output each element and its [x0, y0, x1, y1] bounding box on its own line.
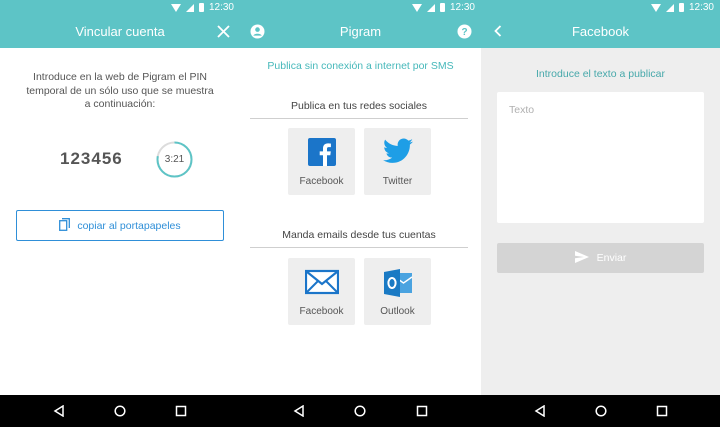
pin-code: 123456: [60, 149, 123, 168]
home-nav-icon[interactable]: [594, 404, 608, 418]
battery-icon: [678, 3, 684, 12]
copy-button-label: copiar al portapapeles: [77, 219, 181, 232]
page-title: Vincular cuenta: [75, 24, 165, 39]
status-time: 12:30: [208, 2, 234, 13]
nav-bar: [481, 395, 720, 427]
wifi-icon: [170, 3, 181, 12]
twitter-tile[interactable]: Twitter: [364, 128, 431, 195]
twitter-icon: [382, 138, 413, 169]
tile-label: Twitter: [382, 176, 413, 187]
recents-nav-icon[interactable]: [174, 404, 188, 418]
home-nav-icon[interactable]: [113, 404, 127, 418]
signal-icon: [426, 3, 435, 12]
back-arrow-icon[interactable]: [490, 23, 506, 39]
battery-icon: [198, 3, 204, 12]
tile-label: Facebook: [299, 176, 344, 187]
svg-text:?: ?: [461, 27, 467, 38]
countdown-timer: 3:21: [155, 140, 194, 179]
timer-label: 3:21: [164, 154, 185, 165]
help-icon[interactable]: ?: [456, 23, 472, 39]
wifi-icon: [411, 3, 422, 12]
status-time: 12:30: [449, 2, 475, 13]
post-prompt: Introduce el texto a publicar: [536, 68, 665, 80]
post-text-input[interactable]: [497, 92, 704, 223]
back-nav-icon[interactable]: [292, 404, 306, 418]
home-nav-icon[interactable]: [353, 404, 367, 418]
pin-instructions: Introduce en la web de Pigram el PIN tem…: [26, 71, 214, 110]
app-bar: Pigram ?: [240, 15, 481, 48]
close-icon[interactable]: [215, 23, 231, 39]
copy-to-clipboard-button[interactable]: copiar al portapapeles: [16, 210, 224, 241]
tile-label: Outlook: [380, 306, 415, 317]
mail-icon: [304, 268, 339, 301]
recents-nav-icon[interactable]: [655, 404, 669, 418]
email-facebook-tile[interactable]: Facebook: [288, 258, 355, 325]
status-bar: 12:30: [0, 0, 240, 15]
outlook-icon: [383, 268, 413, 303]
nav-bar: [0, 395, 240, 427]
email-section-title: Manda emails desde tus cuentas: [250, 229, 468, 248]
signal-icon: [665, 3, 674, 12]
wifi-icon: [650, 3, 661, 12]
app-bar: Vincular cuenta: [0, 15, 240, 48]
status-bar: 12:30: [481, 0, 720, 15]
recents-nav-icon[interactable]: [415, 404, 429, 418]
tile-label: Facebook: [299, 306, 344, 317]
status-time: 12:30: [688, 2, 714, 13]
battery-icon: [439, 3, 445, 12]
screen-pigram: 12:30 Pigram ? Publica sin conexión a in…: [240, 0, 481, 427]
send-button[interactable]: Enviar: [497, 243, 704, 273]
page-title: Facebook: [571, 24, 630, 39]
screen-link-account: 12:30 Vincular cuenta Introduce en la we…: [0, 0, 240, 427]
facebook-icon: [307, 138, 336, 171]
facebook-tile[interactable]: Facebook: [288, 128, 355, 195]
signal-icon: [185, 3, 194, 12]
screen-facebook-post: 12:30 Facebook Introduce el texto a publ…: [481, 0, 720, 427]
account-icon[interactable]: [249, 23, 265, 39]
sms-publish-link[interactable]: Publica sin conexión a internet por SMS: [240, 60, 481, 72]
social-section-title: Publica en tus redes sociales: [250, 100, 468, 119]
copy-icon: [59, 217, 71, 234]
back-nav-icon[interactable]: [52, 404, 66, 418]
back-nav-icon[interactable]: [533, 404, 547, 418]
status-bar: 12:30: [240, 0, 481, 15]
send-button-label: Enviar: [596, 252, 627, 264]
nav-bar: [240, 395, 481, 427]
send-icon: [574, 250, 589, 266]
page-title: Pigram: [339, 24, 382, 39]
outlook-tile[interactable]: Outlook: [364, 258, 431, 325]
app-bar: Facebook: [481, 15, 720, 48]
